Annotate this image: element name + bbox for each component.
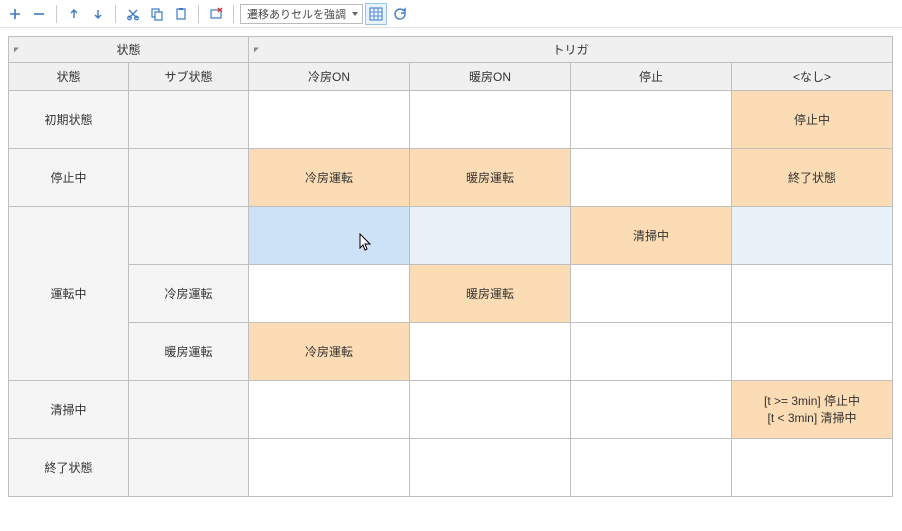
transition-cell[interactable] (410, 207, 571, 265)
table-row: 冷房運転 暖房運転 (9, 265, 893, 323)
substate-cell[interactable] (129, 149, 249, 207)
substate-cell[interactable] (129, 381, 249, 439)
transition-cell[interactable]: 暖房運転 (410, 265, 571, 323)
col-trigger-1[interactable]: 冷房ON (249, 63, 410, 91)
transition-cell[interactable]: 停止中 (732, 91, 893, 149)
cut-button[interactable] (122, 3, 144, 25)
col-trigger-2[interactable]: 暖房ON (410, 63, 571, 91)
trigger-group-header[interactable]: トリガ (249, 37, 893, 63)
substate-cell[interactable] (129, 91, 249, 149)
table-row: 清掃中 [t >= 3min] 停止中 [t < 3min] 清掃中 (9, 381, 893, 439)
move-up-button[interactable] (63, 3, 85, 25)
remove-button[interactable] (28, 3, 50, 25)
transition-cell[interactable] (571, 439, 732, 497)
grid-view-button[interactable] (365, 3, 387, 25)
transition-cell[interactable] (249, 265, 410, 323)
toolbar: 遷移ありセルを強調 (0, 0, 902, 28)
transition-cell[interactable] (571, 149, 732, 207)
transition-cell[interactable] (410, 91, 571, 149)
refresh-button[interactable] (389, 3, 411, 25)
transition-cell[interactable]: 清掃中 (571, 207, 732, 265)
paste-button[interactable] (170, 3, 192, 25)
state-cell[interactable]: 停止中 (9, 149, 129, 207)
delete-cell-button[interactable] (205, 3, 227, 25)
substate-cell[interactable] (129, 439, 249, 497)
transition-cell[interactable] (732, 323, 893, 381)
transition-cell[interactable] (571, 91, 732, 149)
state-group-label: 状態 (117, 43, 141, 57)
col-state[interactable]: 状態 (9, 63, 129, 91)
substate-cell[interactable] (129, 207, 249, 265)
chevron-down-icon (352, 12, 358, 16)
col-trigger-4[interactable]: <なし> (732, 63, 893, 91)
transition-cell[interactable]: 終了状態 (732, 149, 893, 207)
cursor-icon (359, 233, 373, 251)
col-trigger-3[interactable]: 停止 (571, 63, 732, 91)
transition-cell[interactable]: 冷房運転 (249, 323, 410, 381)
transition-cell[interactable]: [t >= 3min] 停止中 [t < 3min] 清掃中 (732, 381, 893, 439)
trigger-group-label: トリガ (553, 43, 589, 57)
table-row: 終了状態 (9, 439, 893, 497)
transition-cell-selected[interactable] (249, 207, 410, 265)
copy-button[interactable] (146, 3, 168, 25)
state-group-header[interactable]: 状態 (9, 37, 249, 63)
transition-cell[interactable] (571, 265, 732, 323)
expand-icon (254, 47, 259, 52)
transition-cell[interactable] (410, 439, 571, 497)
expand-icon (14, 47, 19, 52)
substate-cell[interactable]: 冷房運転 (129, 265, 249, 323)
state-table[interactable]: 状態 トリガ 状態 サブ状態 冷房ON 暖房ON 停止 <なし> 初期状態 (8, 36, 893, 497)
col-substate[interactable]: サブ状態 (129, 63, 249, 91)
separator (198, 5, 199, 23)
add-button[interactable] (4, 3, 26, 25)
transition-cell[interactable]: 暖房運転 (410, 149, 571, 207)
state-transition-grid: 状態 トリガ 状態 サブ状態 冷房ON 暖房ON 停止 <なし> 初期状態 (0, 28, 902, 505)
state-cell[interactable]: 清掃中 (9, 381, 129, 439)
table-row: 停止中 冷房運転 暖房運転 終了状態 (9, 149, 893, 207)
transition-cell[interactable]: 冷房運転 (249, 149, 410, 207)
table-row: 初期状態 停止中 (9, 91, 893, 149)
highlight-mode-label: 遷移ありセルを強調 (247, 6, 346, 22)
table-row: 暖房運転 冷房運転 (9, 323, 893, 381)
transition-cell[interactable] (571, 323, 732, 381)
move-down-button[interactable] (87, 3, 109, 25)
state-cell[interactable]: 初期状態 (9, 91, 129, 149)
substate-cell[interactable]: 暖房運転 (129, 323, 249, 381)
transition-cell[interactable] (732, 207, 893, 265)
transition-cell[interactable] (410, 381, 571, 439)
state-cell[interactable]: 運転中 (9, 207, 129, 381)
table-row: 運転中 清掃中 (9, 207, 893, 265)
transition-cell[interactable] (249, 381, 410, 439)
highlight-mode-dropdown[interactable]: 遷移ありセルを強調 (240, 4, 363, 24)
transition-cell[interactable] (249, 439, 410, 497)
transition-cell[interactable] (732, 265, 893, 323)
transition-cell[interactable] (410, 323, 571, 381)
transition-cell[interactable] (571, 381, 732, 439)
transition-cell[interactable] (249, 91, 410, 149)
separator (233, 5, 234, 23)
transition-cell[interactable] (732, 439, 893, 497)
separator (56, 5, 57, 23)
state-cell[interactable]: 終了状態 (9, 439, 129, 497)
separator (115, 5, 116, 23)
